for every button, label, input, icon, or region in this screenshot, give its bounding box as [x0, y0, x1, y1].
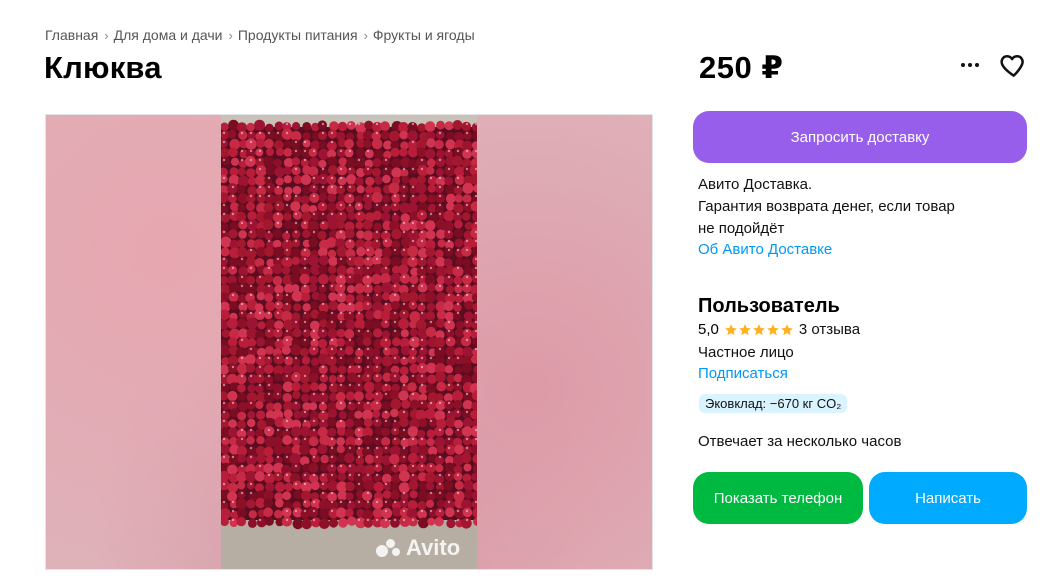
breadcrumb-item-fruits-berries[interactable]: Фрукты и ягоды [373, 27, 475, 43]
rating-value: 5,0 [698, 321, 719, 338]
rating-stars [724, 323, 794, 337]
show-phone-button[interactable]: Показать телефон [693, 472, 863, 524]
breadcrumb-item-home-garden[interactable]: Для дома и дачи [114, 27, 223, 43]
delivery-title: Авито Доставка. [698, 176, 813, 193]
chevron-right-icon: › [104, 27, 109, 43]
breadcrumb: Главная › Для дома и дачи › Продукты пит… [45, 27, 475, 43]
reviews-link[interactable]: 3 отзыва [799, 321, 860, 338]
avito-logo-icon [376, 537, 402, 559]
more-options-button[interactable] [956, 52, 984, 78]
subscribe-link[interactable]: Подписаться [698, 365, 788, 382]
breadcrumb-item-food[interactable]: Продукты питания [238, 27, 358, 43]
product-photo[interactable] [221, 115, 477, 569]
more-dot [975, 63, 979, 67]
delivery-guarantee-line2: не подойдёт [698, 220, 785, 237]
listing-title: Клюква [44, 50, 162, 85]
star-icon [739, 323, 751, 335]
write-message-button[interactable]: Написать [869, 472, 1027, 524]
about-delivery-link[interactable]: Об Авито Доставке [698, 241, 832, 258]
more-dot [961, 63, 965, 67]
watermark-text: Avito [406, 535, 461, 560]
heart-icon [1000, 55, 1024, 77]
star-icon [753, 323, 765, 335]
avito-watermark: Avito [376, 535, 460, 561]
image-gallery[interactable]: Avito [45, 114, 653, 570]
cranberries-image [221, 115, 477, 569]
favorite-button[interactable] [998, 50, 1028, 80]
response-time: Отвечает за несколько часов [698, 433, 902, 450]
chevron-right-icon: › [228, 27, 233, 43]
seller-name[interactable]: Пользователь [698, 295, 840, 318]
star-icon [767, 323, 779, 335]
star-icon [725, 323, 737, 335]
star-icon [781, 323, 793, 335]
seller-type: Частное лицо [698, 344, 794, 361]
delivery-guarantee-line1: Гарантия возврата денег, если товар [698, 198, 955, 215]
seller-rating: 5,0 3 отзыва [698, 321, 860, 338]
chevron-right-icon: › [363, 27, 368, 43]
more-dot [968, 63, 972, 67]
eco-badge[interactable]: Эковклад: −670 кг CO₂ [699, 394, 848, 413]
request-delivery-button[interactable]: Запросить доставку [693, 111, 1027, 163]
breadcrumb-item-home[interactable]: Главная [45, 27, 98, 43]
listing-price: 250 ₽ [699, 50, 784, 85]
